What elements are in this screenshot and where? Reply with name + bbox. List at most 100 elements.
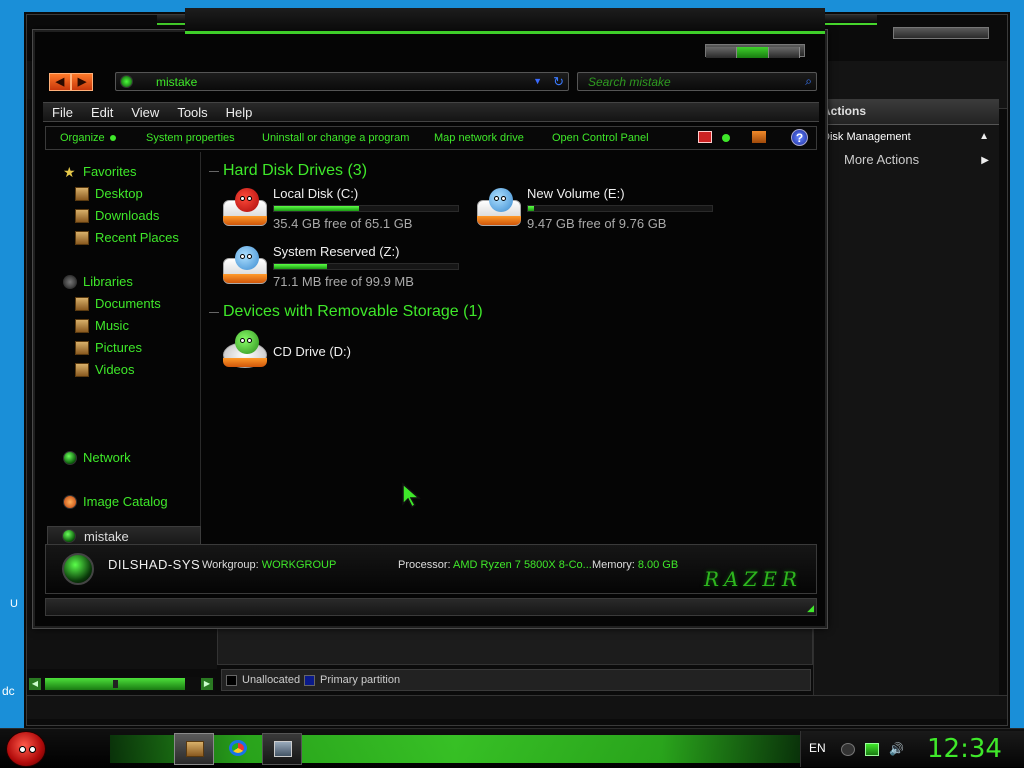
music-icon <box>75 319 89 333</box>
chrome-icon <box>229 740 247 756</box>
drive-usage-bar <box>273 205 459 212</box>
collapse-up-icon[interactable]: ▲ <box>979 131 989 142</box>
taskbar: EN 🔊 12:34 <box>0 728 1024 768</box>
minimize-button[interactable] <box>706 47 738 58</box>
computer-icon <box>62 553 94 585</box>
taskbar-chrome-button[interactable] <box>218 733 258 765</box>
drive-free-space: 9.47 GB free of 9.76 GB <box>527 216 667 231</box>
search-icon[interactable]: ⌕ <box>805 74 812 89</box>
preview-pane-icon[interactable] <box>752 131 766 143</box>
chevron-right-icon: ▶ <box>981 155 989 166</box>
legend-item-primary: Primary partition <box>300 674 400 686</box>
refresh-icon[interactable]: ↻ <box>553 74 564 90</box>
forward-button[interactable]: ▶ <box>71 73 93 91</box>
drive-item[interactable]: System Reserved (Z:) 71.1 MB free of 99.… <box>221 244 461 296</box>
videos-icon <box>75 363 89 377</box>
bg-window-controls[interactable] <box>893 27 989 39</box>
nav-downloads-label: Downloads <box>95 208 160 223</box>
memory-value: 8.00 GB <box>637 559 679 571</box>
disk-legend: Unallocated Primary partition <box>221 669 811 691</box>
mouse-cursor-icon <box>402 482 421 508</box>
drive-free-space: 35.4 GB free of 65.1 GB <box>273 216 413 231</box>
tray-app-icon[interactable] <box>841 743 855 756</box>
back-button[interactable]: ◀ <box>49 73 71 91</box>
workgroup-info: Workgroup: WORKGROUP <box>202 559 336 571</box>
drive-free-space: 71.1 MB free of 99.9 MB <box>273 274 414 289</box>
scroll-left-icon[interactable]: ◀ <box>29 678 41 690</box>
uninstall-program-button[interactable]: Uninstall or change a program <box>262 132 409 144</box>
actions-pane: Actions Disk Management ▲ More Actions ▶ <box>813 99 999 699</box>
open-control-panel-button[interactable]: Open Control Panel <box>552 132 649 144</box>
system-tray: EN 🔊 12:34 <box>800 731 1024 767</box>
legend-item-unallocated: Unallocated <box>222 674 300 686</box>
volume-icon[interactable]: 🔊 <box>889 743 904 756</box>
nav-documents-label: Documents <box>95 296 161 311</box>
command-bar: Organize System properties Uninstall or … <box>45 126 817 150</box>
actions-more[interactable]: More Actions ▶ <box>814 149 999 173</box>
image-catalog-icon <box>63 495 77 509</box>
system-properties-button[interactable]: System properties <box>146 132 235 144</box>
scroll-thumb[interactable] <box>113 680 118 688</box>
start-button[interactable] <box>6 731 46 767</box>
libraries-icon <box>63 275 77 289</box>
desktop-icon <box>75 187 89 201</box>
drive-name: CD Drive (D:) <box>273 344 351 359</box>
address-bar[interactable]: mistake ▼ ↻ <box>115 72 569 91</box>
group-hard-disk-drives[interactable]: Hard Disk Drives (3) <box>209 162 367 180</box>
processor-label: Processor: <box>398 559 451 571</box>
explorer-window[interactable]: ◀ ▶ mistake ▼ ↻ Search mistake ⌕ File Edit… <box>33 8 827 628</box>
documents-icon <box>75 297 89 311</box>
clock[interactable]: 12:34 <box>927 734 1002 764</box>
menu-help[interactable]: Help <box>217 103 262 120</box>
nav-libraries-label: Libraries <box>83 274 133 289</box>
drive-item[interactable]: New Volume (E:) 9.47 GB free of 9.76 GB <box>475 186 715 238</box>
nav-homegroup[interactable]: mistake <box>47 526 201 546</box>
resize-grip-icon[interactable]: ◢ <box>807 603 814 614</box>
group-removable-storage[interactable]: Devices with Removable Storage (1) <box>209 303 483 321</box>
organize-button[interactable]: Organize <box>60 132 116 144</box>
language-indicator[interactable]: EN <box>809 741 826 755</box>
cd-drive-item[interactable]: CD Drive (D:) <box>221 328 461 380</box>
help-icon[interactable]: ? <box>791 129 808 146</box>
angry-bird-drive-icon <box>475 188 523 228</box>
title-stripe <box>185 8 825 34</box>
computer-management-icon <box>274 741 292 757</box>
navigation-pane: ★ Favorites Desktop Downloads Recent Plac… <box>43 152 201 572</box>
view-options-icon[interactable] <box>722 134 730 142</box>
menu-edit[interactable]: Edit <box>82 103 122 120</box>
close-button[interactable] <box>768 47 801 58</box>
recent-places-icon <box>75 231 89 245</box>
search-placeholder: Search mistake <box>588 75 671 89</box>
group-divider <box>209 171 219 172</box>
menu-view[interactable]: View <box>122 103 168 120</box>
scroll-right-icon[interactable]: ▶ <box>201 678 213 690</box>
drive-usage-fill <box>274 264 328 269</box>
search-input[interactable]: Search mistake ⌕ <box>577 72 817 91</box>
razer-logo: RAZER <box>703 567 802 591</box>
maximize-button[interactable] <box>737 47 769 58</box>
memory-label: Memory: <box>592 559 635 571</box>
bg-horizontal-scrollbar[interactable]: ◀ ▶ <box>29 677 215 691</box>
pictures-icon <box>75 341 89 355</box>
taskbar-explorer-button[interactable] <box>174 733 214 765</box>
map-network-drive-button[interactable]: Map network drive <box>434 132 524 144</box>
start-eye-right <box>29 746 36 753</box>
content-pane: Hard Disk Drives (3) Local Disk (C:) 35.… <box>207 154 819 574</box>
chevron-down-icon[interactable]: ▼ <box>533 76 542 86</box>
drive-usage-fill <box>274 206 359 211</box>
menu-file[interactable]: File <box>43 103 82 120</box>
change-view-icon[interactable] <box>698 131 712 143</box>
desktop-label: dc <box>2 684 15 698</box>
nav-desktop-label: Desktop <box>95 186 143 201</box>
group-removable-label: Devices with Removable Storage (1) <box>223 303 483 320</box>
window-controls[interactable] <box>705 44 805 58</box>
network-tray-icon[interactable] <box>865 743 879 756</box>
actions-disk-management[interactable]: Disk Management ▲ <box>814 125 999 149</box>
downloads-icon <box>75 209 89 223</box>
processor-value: AMD Ryzen 7 5800X 8-Co... <box>453 559 592 571</box>
menu-tools[interactable]: Tools <box>168 103 216 120</box>
homegroup-icon <box>62 529 76 543</box>
drive-item[interactable]: Local Disk (C:) 35.4 GB free of 65.1 GB <box>221 186 461 238</box>
taskbar-computer-management-button[interactable] <box>262 733 302 765</box>
workgroup-label: Workgroup: <box>202 559 259 571</box>
